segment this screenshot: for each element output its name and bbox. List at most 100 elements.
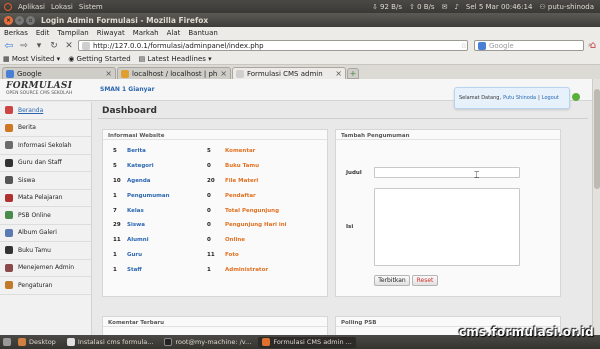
- info-link[interactable]: Komentar: [225, 148, 305, 154]
- search-bar[interactable]: ⌕: [474, 40, 592, 51]
- sidebar-item-siswa[interactable]: Siswa: [0, 172, 91, 190]
- sidebar-item-guru-dan-staff[interactable]: Guru dan Staff: [0, 155, 91, 172]
- reset-button[interactable]: Reset: [412, 275, 438, 286]
- notification-dot-icon: [572, 93, 580, 101]
- user-menu[interactable]: ⚇ putu-shinoda: [539, 3, 594, 11]
- terbitkan-button[interactable]: Terbitkan: [374, 275, 410, 286]
- reload-icon[interactable]: ↻: [48, 40, 60, 52]
- sidebar-item-informasi-sekolah[interactable]: Informasi Sekolah: [0, 137, 91, 155]
- window-close-button[interactable]: ×: [4, 15, 13, 25]
- formulasi-logo[interactable]: FORMULASI OPEN SOURCE CMS SEKOLAH: [6, 81, 88, 99]
- sidebar-item-buku-tamu[interactable]: Buku Tamu: [0, 242, 91, 260]
- judul-input[interactable]: [374, 167, 520, 178]
- menu-berkas[interactable]: Berkas: [4, 29, 28, 37]
- isi-textarea[interactable]: [374, 188, 520, 266]
- info-link[interactable]: Siswa: [127, 222, 207, 228]
- show-desktop-icon[interactable]: [3, 338, 11, 346]
- volume-icon[interactable]: ♪: [454, 3, 458, 11]
- sidebar-item-label: Beranda: [18, 106, 44, 114]
- task-terminal[interactable]: root@my-machine: /v...: [160, 337, 255, 348]
- info-link[interactable]: Buku Tamu: [225, 163, 305, 169]
- clock[interactable]: Sel 5 Mar 00:46:14: [466, 3, 532, 11]
- stop-icon[interactable]: ✕: [63, 40, 75, 52]
- info-count: 5: [113, 148, 117, 155]
- info-count: 0: [207, 237, 211, 244]
- admin-sidebar: Beranda Berita Informasi Sekolah Guru dan S…: [0, 102, 92, 335]
- info-link[interactable]: Alumni: [127, 237, 207, 243]
- google-icon[interactable]: [478, 41, 486, 50]
- task-desktop[interactable]: Desktop: [14, 337, 60, 348]
- info-link[interactable]: Total Pengunjung: [225, 208, 305, 214]
- bookmark-most-visited[interactable]: ▦ Most Visited ▾: [3, 55, 60, 63]
- page-content: FORMULASI OPEN SOURCE CMS SEKOLAH SMAN 1…: [0, 79, 600, 335]
- logout-link[interactable]: Logout: [542, 95, 559, 101]
- announcement-panel-title: Tambah Pengumuman: [336, 130, 560, 140]
- sidebar-item-label: PSB Online: [18, 211, 51, 219]
- window-minimize-button[interactable]: –: [15, 15, 24, 25]
- menu-tampilan[interactable]: Tampilan: [57, 29, 88, 37]
- url-input[interactable]: [93, 41, 458, 50]
- mail-icon[interactable]: ✉: [442, 3, 448, 11]
- scrollbar-thumb[interactable]: [594, 89, 600, 189]
- page-scrollbar[interactable]: [592, 79, 600, 335]
- google-icon: [6, 69, 14, 78]
- window-maximize-button[interactable]: ▫: [26, 15, 35, 25]
- sidebar-item-menejemen-admin[interactable]: Menejemen Admin: [0, 260, 91, 277]
- sys-menu-applications[interactable]: Aplikasi: [18, 3, 45, 11]
- home-icon[interactable]: ⌂: [587, 40, 599, 52]
- sidebar-item-label: Pengaturan: [18, 281, 53, 289]
- dropdown-icon[interactable]: ▾: [33, 40, 45, 52]
- gallery-icon: [5, 228, 13, 237]
- info-link[interactable]: Kelas: [127, 208, 207, 214]
- terminal-icon: [164, 338, 173, 346]
- info-link[interactable]: Foto: [225, 252, 305, 258]
- bookmark-latest-headlines[interactable]: ▤ Latest Headlines ▾: [139, 55, 212, 63]
- tab-close-icon[interactable]: ×: [220, 69, 227, 78]
- search-input[interactable]: [489, 41, 585, 50]
- bookmark-getting-started[interactable]: ◉ Getting Started: [68, 55, 130, 63]
- guestbook-icon: [5, 246, 13, 255]
- sidebar-item-mata-pelajaran[interactable]: Mata Pelajaran: [0, 190, 91, 207]
- menu-edit[interactable]: Edit: [36, 29, 50, 37]
- info-link[interactable]: Administrator: [225, 267, 305, 273]
- info-link[interactable]: Berita: [127, 148, 207, 154]
- menu-riwayat[interactable]: Riwayat: [97, 29, 125, 37]
- comments-panel: Komentar Terbaru: [102, 316, 328, 335]
- bookmark-star-icon[interactable]: ☆: [461, 42, 467, 50]
- new-tab-button[interactable]: +: [347, 68, 359, 79]
- task-instalasi[interactable]: Instalasi cms formula...: [63, 337, 158, 348]
- url-bar[interactable]: ☆: [78, 40, 468, 51]
- tab-close-icon[interactable]: ×: [105, 69, 112, 78]
- info-count: 5: [207, 148, 211, 155]
- menu-markah[interactable]: Markah: [133, 29, 159, 37]
- info-link[interactable]: Agenda: [127, 178, 207, 184]
- menu-alat[interactable]: Alat: [167, 29, 181, 37]
- tab-google[interactable]: Google ×: [2, 67, 116, 79]
- forward-icon[interactable]: ⇨: [18, 40, 30, 52]
- sidebar-item-beranda[interactable]: Beranda: [0, 102, 91, 120]
- info-link[interactable]: Online: [225, 237, 305, 243]
- info-link[interactable]: Pengumuman: [127, 193, 207, 199]
- bookmarks-toolbar: ▦ Most Visited ▾ ◉ Getting Started ▤ Lat…: [0, 53, 600, 65]
- info-link[interactable]: Staff: [127, 267, 207, 273]
- user-link[interactable]: Putu Shinoda: [503, 95, 536, 101]
- sidebar-item-pengaturan[interactable]: Pengaturan: [0, 277, 91, 295]
- sidebar-item-album-galeri[interactable]: Album Galeri: [0, 225, 91, 242]
- info-link[interactable]: Kategori: [127, 163, 207, 169]
- sidebar-item-psb-online[interactable]: PSB Online: [0, 207, 91, 225]
- info-link[interactable]: File Materi: [225, 178, 305, 184]
- menu-bantuan[interactable]: Bantuan: [188, 29, 217, 37]
- tab-phpmyadmin[interactable]: localhost / localhost | phpM... ×: [117, 67, 231, 79]
- sys-menu-system[interactable]: Sistem: [79, 3, 103, 11]
- tab-close-icon[interactable]: ×: [335, 69, 342, 78]
- sys-menu-places[interactable]: Lokasi: [51, 3, 73, 11]
- sidebar-item-berita[interactable]: Berita: [0, 120, 91, 137]
- info-link[interactable]: Pengunjung Hari ini: [225, 222, 305, 228]
- info-link[interactable]: Pendaftar: [225, 193, 305, 199]
- info-link[interactable]: Guru: [127, 252, 207, 258]
- task-firefox[interactable]: Formulasi CMS admin ...: [258, 336, 356, 348]
- tab-formulasi-admin[interactable]: Formulasi CMS admin ×: [232, 67, 346, 79]
- info-count: 0: [207, 222, 211, 229]
- back-icon[interactable]: ⇦: [3, 39, 15, 52]
- firefox-icon: [262, 338, 271, 346]
